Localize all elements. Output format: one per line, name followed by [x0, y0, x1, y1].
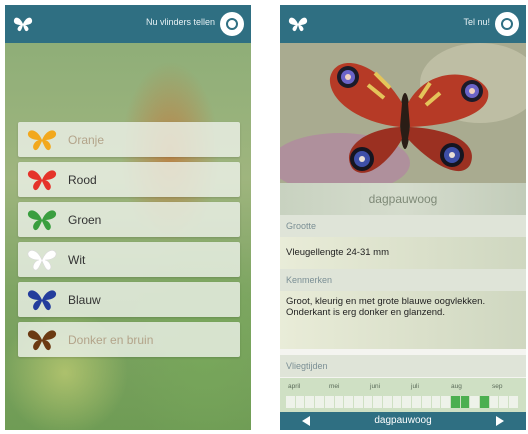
- calendar-cell: [441, 396, 450, 408]
- butterfly-icon: [27, 290, 57, 311]
- calendar-cell: [460, 396, 470, 408]
- search-icon[interactable]: [220, 12, 244, 36]
- size-heading-label: Grootte: [286, 221, 317, 231]
- species-photo: [280, 43, 526, 183]
- flight-times-heading: Vliegtijden: [280, 355, 526, 377]
- calendar-cell: [499, 396, 509, 408]
- calendar-cell: [383, 396, 392, 408]
- butterfly-icon: [27, 330, 57, 351]
- month-label: april: [288, 383, 301, 390]
- calendar-cell: [392, 396, 402, 408]
- calendar-cell: [402, 396, 412, 408]
- butterfly-logo-icon[interactable]: [288, 16, 308, 32]
- color-option-label: Groen: [68, 213, 102, 227]
- features-heading-label: Kenmerken: [286, 275, 333, 285]
- calendar-cell: [373, 396, 383, 408]
- bottom-species-label: dagpauwoog: [374, 415, 432, 426]
- calendar-cell: [363, 396, 373, 408]
- calendar-cell: [295, 396, 305, 408]
- species-detail-screen: Tel nu! dagpauwoog Grootte Vleugellengte…: [280, 5, 526, 430]
- butterfly-icon: [27, 130, 57, 151]
- month-label: juni: [370, 383, 381, 390]
- color-option-label: Blauw: [68, 293, 101, 307]
- species-name: dagpauwoog: [368, 192, 438, 206]
- bottom-nav: dagpauwoog: [280, 412, 526, 430]
- month-label: juli: [411, 383, 419, 390]
- color-option-label: Rood: [68, 173, 97, 187]
- features-row: Groot, kleurig en met grote blauwe oogvl…: [280, 291, 526, 349]
- color-option-label: Wit: [68, 253, 86, 267]
- calendar-cell: [412, 396, 421, 408]
- count-now-link[interactable]: Tel nu!: [463, 17, 490, 27]
- features-heading: Kenmerken: [280, 269, 526, 291]
- flight-calendar: april mei juni juli aug sep: [280, 378, 526, 412]
- calendar-cell: [509, 396, 518, 408]
- calendar-cell: [489, 396, 499, 408]
- month-label: mei: [329, 383, 340, 390]
- size-heading: Grootte: [280, 215, 526, 237]
- calendar-cell: [353, 396, 363, 408]
- calendar-cell: [450, 396, 460, 408]
- color-option[interactable]: Donker en bruin: [18, 322, 240, 357]
- butterfly-icon: [27, 250, 57, 271]
- month-label: aug: [451, 383, 462, 390]
- color-option[interactable]: Wit: [18, 242, 240, 277]
- calendar-cell: [334, 396, 344, 408]
- species-title-bar: dagpauwoog: [280, 183, 526, 215]
- size-row: Vleugellengte 24-31 mm: [280, 237, 526, 269]
- color-option[interactable]: Blauw: [18, 282, 240, 317]
- calendar-cell: [480, 396, 489, 408]
- calendar-cell: [421, 396, 431, 408]
- arrow-right-icon[interactable]: [494, 415, 506, 427]
- search-icon[interactable]: [495, 12, 519, 36]
- flight-times-heading-label: Vliegtijden: [286, 361, 328, 371]
- app-header: Tel nu!: [280, 5, 526, 43]
- month-label: sep: [492, 383, 503, 390]
- calendar-cell: [431, 396, 441, 408]
- calendar-cell: [286, 396, 295, 408]
- butterfly-icon: [27, 170, 57, 191]
- calendar-cell: [305, 396, 315, 408]
- count-now-link[interactable]: Nu vlinders tellen: [146, 17, 215, 27]
- color-option-label: Donker en bruin: [68, 333, 154, 347]
- color-selection-screen: Nu vlinders tellen Oranje Rood Groen Wit Bla…: [5, 5, 251, 430]
- color-list: Oranje Rood Groen Wit Blauw Donker en bruin: [18, 122, 240, 362]
- app-header: Nu vlinders tellen: [5, 5, 251, 43]
- butterfly-icon: [27, 210, 57, 231]
- calendar-cell: [470, 396, 480, 408]
- features-text: Groot, kleurig en met grote blauwe oogvl…: [286, 296, 486, 318]
- butterfly-logo-icon[interactable]: [13, 16, 33, 32]
- color-option[interactable]: Rood: [18, 162, 240, 197]
- size-text: Vleugellengte 24-31 mm: [286, 247, 389, 258]
- calendar-cell: [344, 396, 353, 408]
- color-option[interactable]: Groen: [18, 202, 240, 237]
- color-option-label: Oranje: [68, 133, 105, 147]
- color-option[interactable]: Oranje: [18, 122, 240, 157]
- flight-calendar-grid: [286, 396, 518, 408]
- calendar-cell: [324, 396, 334, 408]
- calendar-cell: [315, 396, 324, 408]
